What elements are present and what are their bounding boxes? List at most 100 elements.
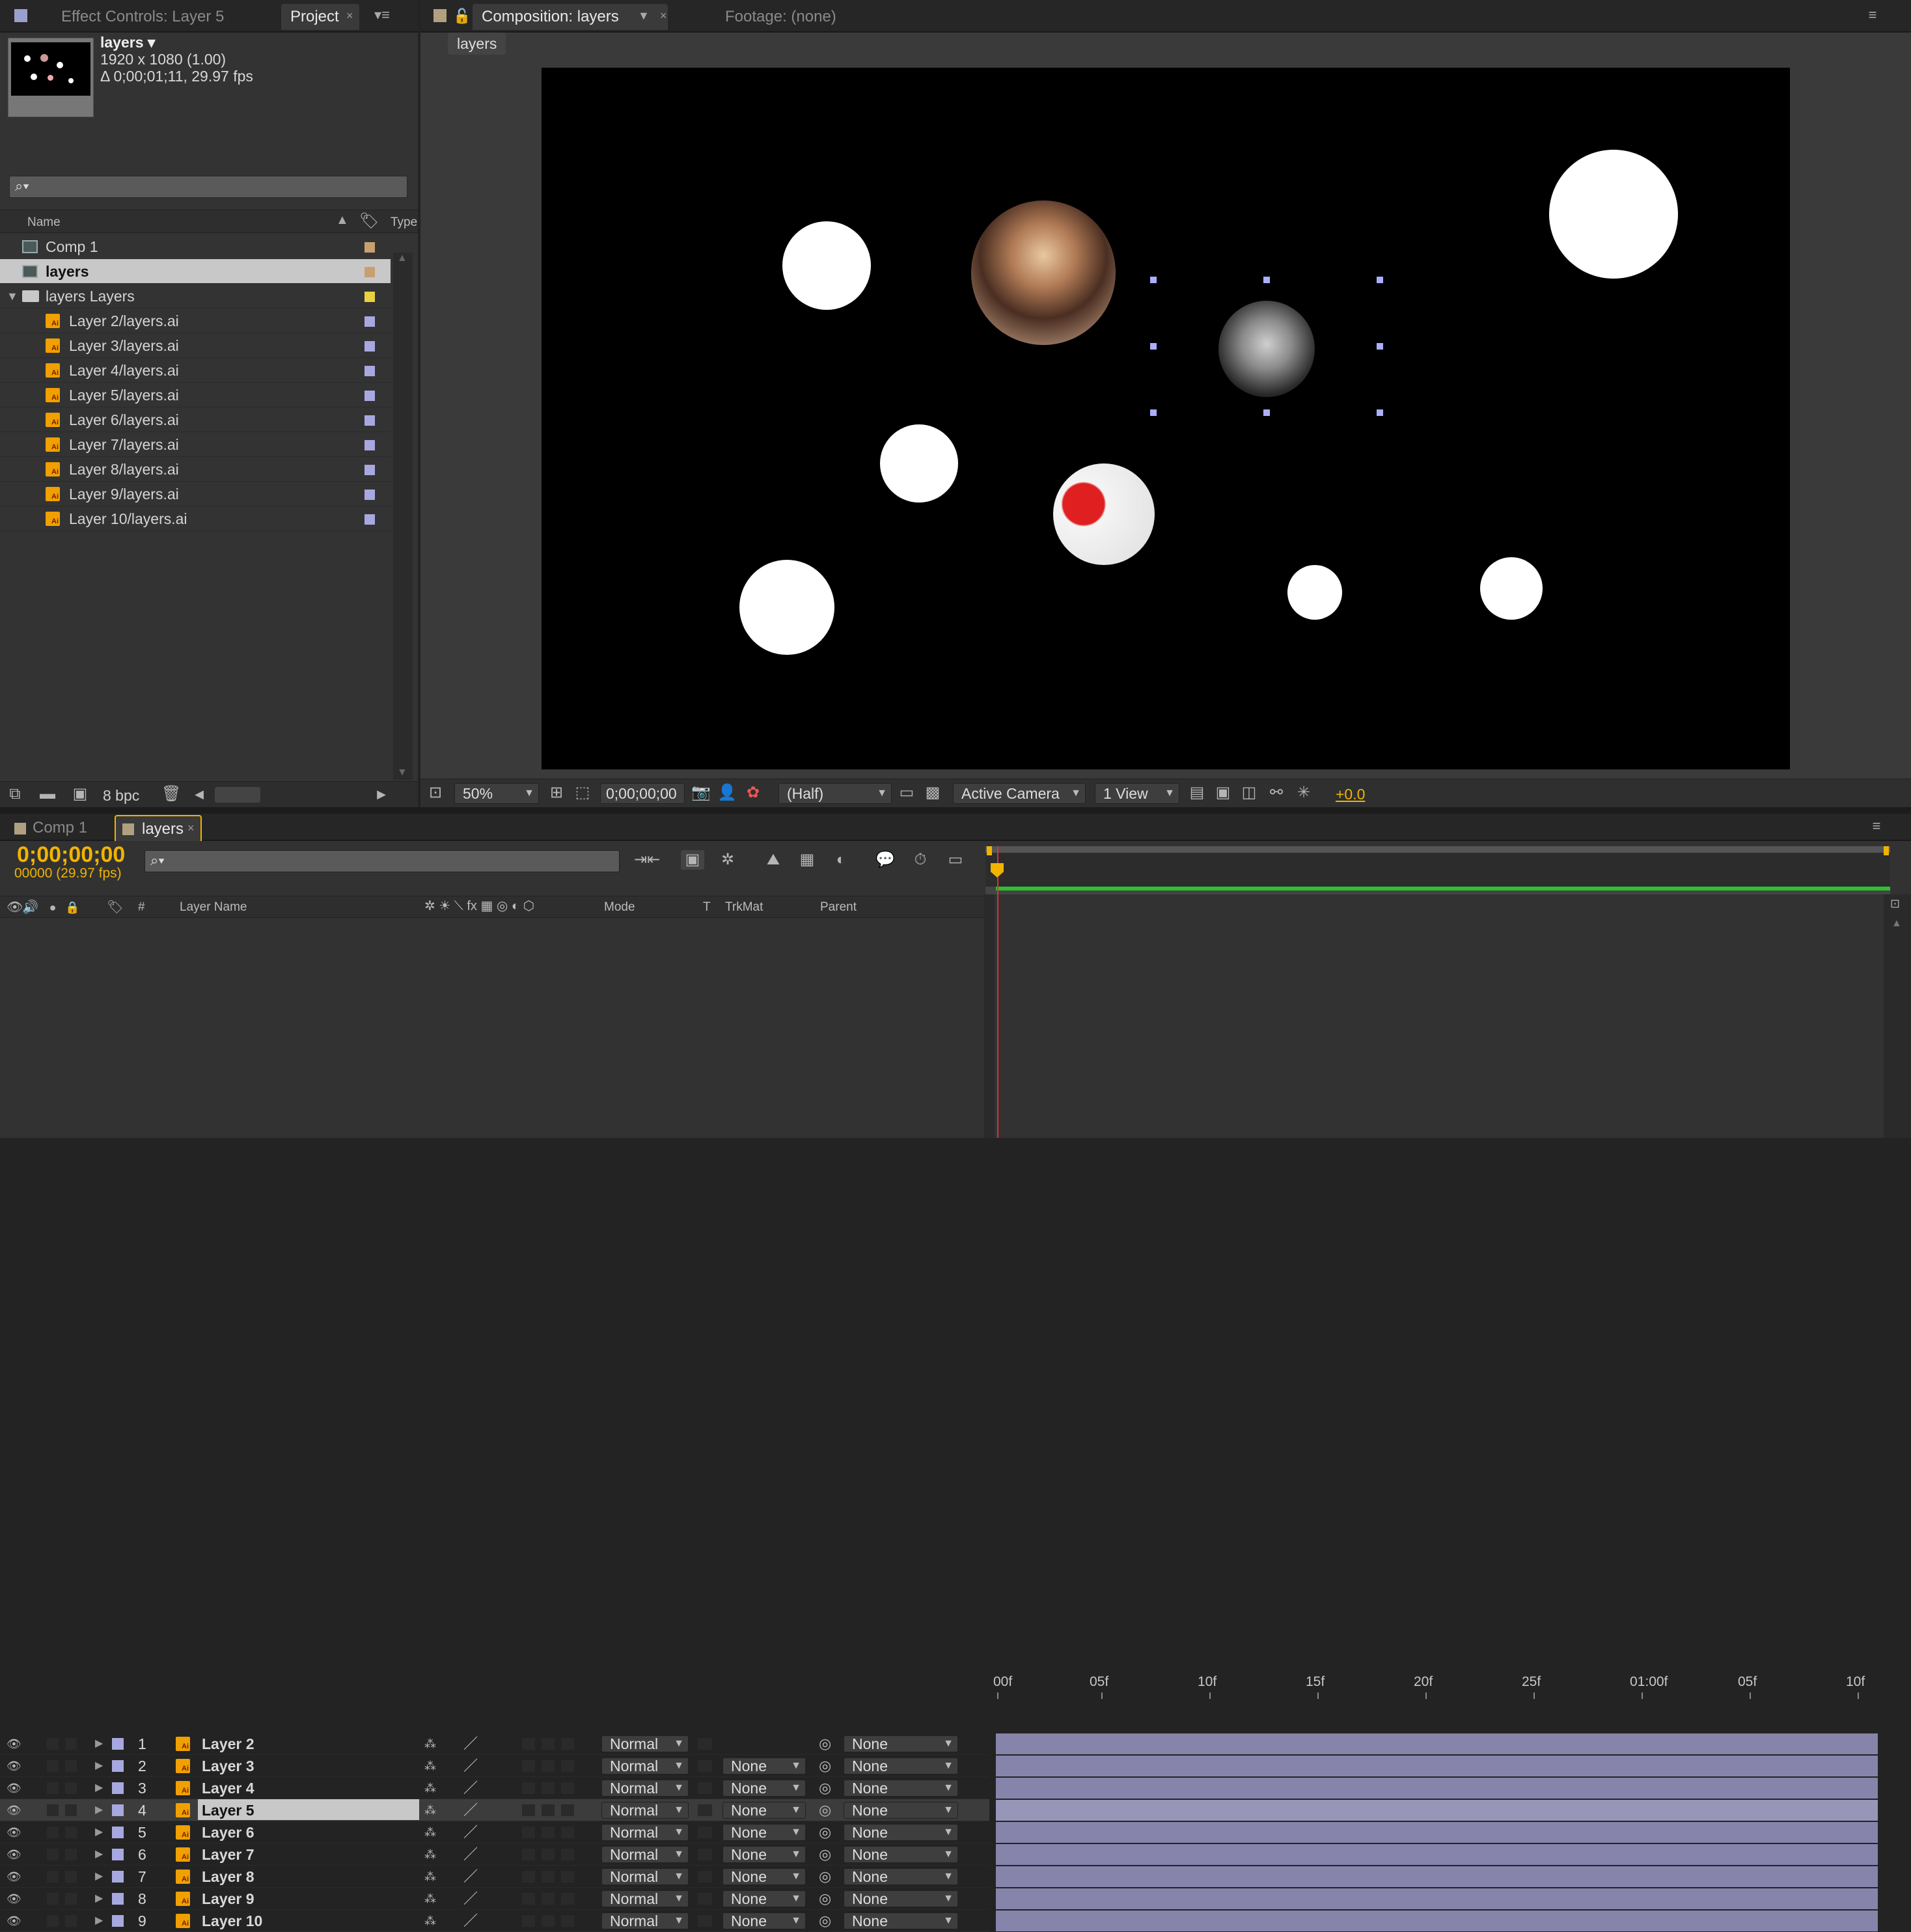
column-layer-name[interactable]: Layer Name <box>180 900 247 915</box>
sort-ascending-icon[interactable]: ▲ <box>336 213 349 228</box>
switch-box[interactable] <box>561 1915 574 1927</box>
quality-switch-icon[interactable]: ／ <box>463 1888 478 1910</box>
pickwhip-icon[interactable]: ◎ <box>819 1888 831 1910</box>
parent-dropdown[interactable]: None ▼ <box>844 1868 958 1885</box>
transparency-grid-icon[interactable]: ▩ <box>923 783 942 803</box>
snapshot-icon[interactable]: 📷 <box>691 783 711 803</box>
mode-dropdown[interactable]: Normal ▼ <box>601 1758 689 1774</box>
timeline-search-input[interactable]: ⌕▾ <box>144 850 620 872</box>
layer-name[interactable]: Layer 3 <box>198 1755 419 1776</box>
expand-triangle-icon[interactable]: ▶ <box>95 1733 103 1755</box>
switch-box[interactable] <box>522 1738 535 1750</box>
new-folder-icon[interactable]: ▬ <box>38 784 57 804</box>
switch-box[interactable] <box>561 1804 574 1816</box>
trkmat-dropdown[interactable]: None ▼ <box>722 1868 806 1885</box>
pickwhip-icon[interactable]: ◎ <box>819 1733 831 1755</box>
region-of-interest-icon[interactable]: ⬚ <box>573 783 592 803</box>
exposure-value[interactable]: +0.0 <box>1336 786 1365 803</box>
shy-layers-icon[interactable]: ⛰ <box>762 850 785 870</box>
new-comp-icon[interactable]: ▣ <box>70 784 90 804</box>
mode-dropdown[interactable]: Normal ▼ <box>601 1890 689 1907</box>
parent-dropdown[interactable]: None ▼ <box>844 1735 958 1752</box>
project-item[interactable]: Ai Layer 3/layers.ai <box>0 333 391 358</box>
switch-box[interactable] <box>561 1871 574 1883</box>
layer-label-swatch[interactable] <box>112 1871 124 1883</box>
column-parent[interactable]: Parent <box>820 900 857 915</box>
preserve-transparency-checkbox[interactable] <box>698 1760 712 1772</box>
work-area-start-icon[interactable] <box>987 846 992 855</box>
switch-box[interactable] <box>522 1782 535 1794</box>
comp-canvas[interactable] <box>542 68 1790 769</box>
panel-grip-icon[interactable] <box>14 9 27 22</box>
video-icon[interactable]: 👁 <box>7 898 23 917</box>
work-area-end-icon[interactable] <box>1884 846 1889 855</box>
work-area-bar[interactable] <box>985 846 1890 853</box>
lock-icon[interactable] <box>433 9 447 22</box>
solo-checkbox[interactable] <box>47 1738 59 1750</box>
label-color-swatch[interactable] <box>364 366 375 376</box>
layer-photo-clown[interactable] <box>1053 463 1155 565</box>
lock-checkbox[interactable] <box>65 1893 77 1905</box>
switch-box[interactable] <box>522 1893 535 1905</box>
scroll-right-icon[interactable]: ▶ <box>375 784 388 804</box>
timeline-divider[interactable] <box>984 894 995 1138</box>
mode-dropdown[interactable]: Normal ▼ <box>601 1912 689 1929</box>
project-item[interactable]: layers <box>0 259 391 284</box>
layer-duration-bar[interactable] <box>996 1733 1878 1754</box>
timeline-right-scrollbar[interactable]: ⊡ ▲ <box>1884 894 1911 1138</box>
label-color-swatch[interactable] <box>364 415 375 426</box>
project-item[interactable]: Ai Layer 8/layers.ai <box>0 457 391 482</box>
transform-handle[interactable] <box>1150 409 1157 416</box>
switch-box[interactable] <box>542 1804 555 1816</box>
layer-row[interactable]: 👁 ▶ 8 Ai Layer 9 ⁂ ／ Normal ▼ None ▼ ◎ None ▼ <box>0 1888 989 1910</box>
layer-label-swatch[interactable] <box>112 1738 124 1750</box>
transform-handle[interactable] <box>1263 409 1270 416</box>
layer-row[interactable]: 👁 ▶ 5 Ai Layer 6 ⁂ ／ Normal ▼ None ▼ ◎ None ▼ <box>0 1821 989 1843</box>
preserve-transparency-checkbox[interactable] <box>698 1915 712 1927</box>
layer-label-swatch[interactable] <box>112 1804 124 1816</box>
collapse-switch-icon[interactable]: ⁂ <box>424 1866 436 1888</box>
layer-row[interactable]: 👁 ▶ 4 Ai Layer 5 ⁂ ／ Normal ▼ None ▼ ◎ None ▼ <box>0 1799 989 1821</box>
eye-icon[interactable]: 👁 <box>7 1734 21 1754</box>
mode-dropdown[interactable]: Normal ▼ <box>601 1868 689 1885</box>
pickwhip-icon[interactable]: ◎ <box>819 1843 831 1866</box>
trkmat-dropdown[interactable]: None ▼ <box>722 1802 806 1819</box>
solo-checkbox[interactable] <box>47 1849 59 1860</box>
bit-depth-button[interactable]: 8 bpc <box>103 787 139 805</box>
collapse-switch-icon[interactable]: ⁂ <box>424 1843 436 1866</box>
expand-triangle-icon[interactable]: ▶ <box>95 1777 103 1799</box>
transform-handle[interactable] <box>1377 343 1383 350</box>
parent-dropdown[interactable]: None ▼ <box>844 1802 958 1819</box>
comp-dropdown-icon[interactable]: ▼ <box>638 9 650 23</box>
layer-label-swatch[interactable] <box>112 1915 124 1927</box>
switch-box[interactable] <box>522 1804 535 1816</box>
layer-row[interactable]: 👁 ▶ 2 Ai Layer 3 ⁂ ／ Normal ▼ None ▼ ◎ None ▼ <box>0 1755 989 1777</box>
project-item[interactable]: ▼ layers Layers <box>0 284 391 309</box>
preserve-transparency-checkbox[interactable] <box>698 1804 712 1816</box>
channel-icon[interactable]: ✿ <box>743 783 763 803</box>
preview-always-icon[interactable]: ⊡ <box>426 783 445 803</box>
quality-switch-icon[interactable]: ／ <box>463 1733 478 1755</box>
collapse-switch-icon[interactable]: ⁂ <box>424 1755 436 1777</box>
switch-box[interactable] <box>561 1849 574 1860</box>
transform-handle[interactable] <box>1150 343 1157 350</box>
layer-name[interactable]: Layer 6 <box>198 1821 419 1842</box>
collapse-switch-icon[interactable]: ⁂ <box>424 1910 436 1932</box>
switch-box[interactable] <box>522 1849 535 1860</box>
trkmat-dropdown[interactable]: None ▼ <box>722 1912 806 1929</box>
layer-label-swatch[interactable] <box>112 1893 124 1905</box>
label-color-swatch[interactable] <box>364 465 375 475</box>
expand-triangle-icon[interactable]: ▶ <box>95 1821 103 1843</box>
transform-handle[interactable] <box>1150 277 1157 283</box>
lock-checkbox[interactable] <box>65 1760 77 1772</box>
pickwhip-icon[interactable]: ◎ <box>819 1910 831 1932</box>
tab-comp1[interactable]: Comp 1 <box>33 819 87 837</box>
fast-draft-icon[interactable]: ▣ <box>1213 783 1233 803</box>
expand-triangle-icon[interactable]: ▶ <box>95 1888 103 1910</box>
mode-dropdown[interactable]: Normal ▼ <box>601 1735 689 1752</box>
time-ruler[interactable] <box>985 846 1890 894</box>
layer-duration-bar[interactable] <box>996 1844 1878 1865</box>
collapse-switch-icon[interactable]: ⁂ <box>424 1733 436 1755</box>
auto-keyframe-icon[interactable]: ⏱ <box>909 850 932 870</box>
preserve-transparency-checkbox[interactable] <box>698 1849 712 1860</box>
